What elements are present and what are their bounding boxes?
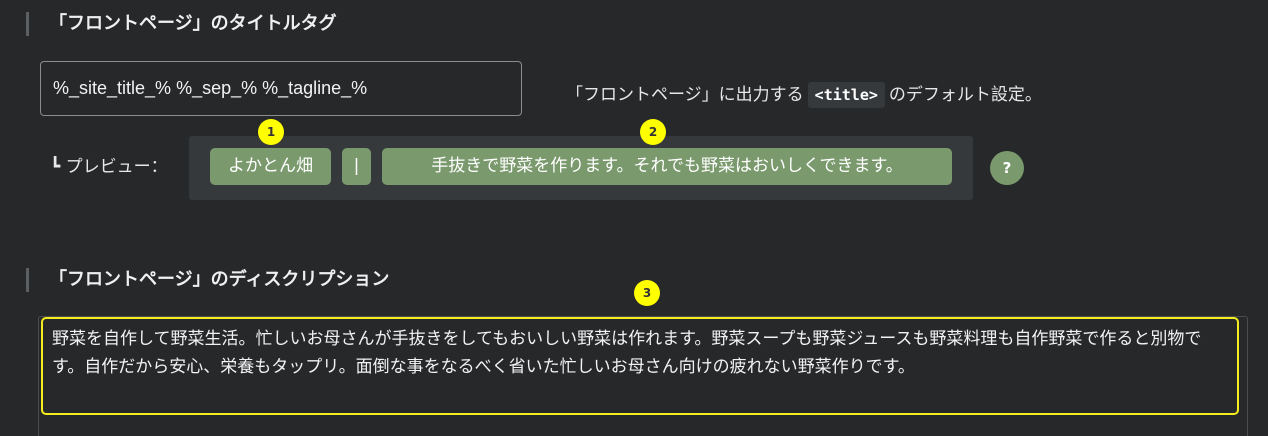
annotation-marker-2: 2 (640, 119, 666, 145)
description-textarea[interactable]: 野菜を自作して野菜生活。忙しいお母さんが手抜きをしてもおいしい野菜は作れます。野… (41, 317, 1239, 415)
preview-separator-chip: | (342, 148, 371, 185)
preview-label: ┗ プレビュー： (50, 157, 168, 177)
front-page-title-tag-heading: 「フロントページ」のタイトルタグ (26, 12, 337, 36)
preview-site-title-chip: よかとん畑 (210, 148, 331, 185)
front-page-description-heading: 「フロントページ」のディスクリプション (26, 268, 389, 292)
annotation-marker-3: 3 (634, 280, 660, 306)
help-icon[interactable]: ? (990, 151, 1024, 185)
preview-tagline-chip: 手抜きで野菜を作ります。それでも野菜はおいしくできます。 (382, 148, 952, 185)
description-text-before: 「フロントページ」に出力する (566, 85, 804, 105)
description-text-after: のデフォルト設定。 (888, 85, 1042, 105)
annotation-marker-1: 1 (258, 119, 284, 145)
title-code-tag: <title> (807, 82, 885, 108)
settings-page: 「フロントページ」のタイトルタグ %_site_title_% %_sep_% … (0, 0, 1268, 436)
title-tag-input[interactable]: %_site_title_% %_sep_% %_tagline_% (40, 61, 522, 116)
title-tag-description: 「フロントページ」に出力する <title> のデフォルト設定。 (566, 82, 1042, 108)
